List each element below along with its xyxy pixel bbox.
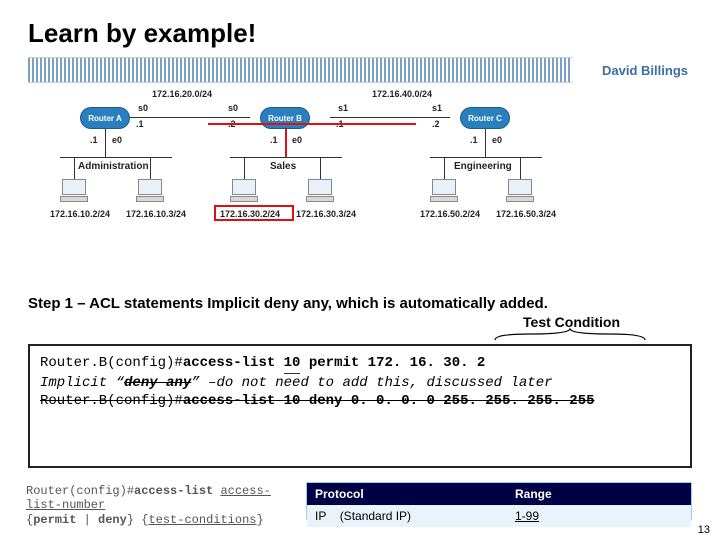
red-link-bc — [312, 123, 416, 125]
router-a: Router A — [80, 107, 130, 129]
step-text: Step 1 – ACL statements Implicit deny an… — [28, 295, 692, 312]
page-number: 13 — [698, 524, 710, 536]
l2-rest: ” –do not need to add this, discussed la… — [191, 375, 552, 391]
s1b: access-list — [134, 484, 220, 498]
lbl-dot1-a: .1 — [90, 135, 98, 145]
lbl-e0-a: e0 — [112, 135, 122, 145]
l1-rest: permit 172. 16. 30. 2 — [300, 355, 485, 371]
dept-eng: Engineering — [454, 161, 512, 172]
red-link-ab — [208, 123, 312, 125]
code-line-3: Router.B(config)#access-list 10 deny 0. … — [40, 392, 680, 410]
if-b-s0: s0 — [228, 103, 238, 113]
lbl-e0-c: e0 — [492, 135, 502, 145]
s2c: | — [76, 513, 98, 527]
red-drop — [285, 129, 287, 157]
lan-b — [230, 157, 342, 158]
s1a: Router(config)# — [26, 484, 134, 498]
code-line-2: Implicit “deny any” –do not need to add … — [40, 374, 680, 392]
if-a-dot1: .1 — [136, 119, 144, 129]
ip-c1: 172.16.50.2/24 — [420, 209, 480, 219]
dept-admin: Administration — [78, 161, 149, 172]
td-protocol: IP (Standard IP) — [307, 505, 507, 527]
router-c: Router C — [460, 107, 510, 129]
hd-b1 — [244, 157, 245, 179]
brace-icon — [0, 328, 620, 342]
drop-c — [485, 129, 486, 157]
host-c1 — [430, 179, 458, 203]
th-range: Range — [507, 483, 691, 505]
range-val: 1-99 — [515, 509, 539, 523]
link-ab — [130, 117, 250, 118]
hd-a1 — [74, 157, 75, 179]
l1-num: 10 — [284, 354, 301, 374]
l3-cmd: access-list 10 deny 0. 0. 0. 0 255. 255.… — [183, 393, 595, 409]
l2-italic: Implicit “ — [40, 375, 124, 391]
network-diagram: 172.16.20.0/24 172.16.40.0/24 s0 .1 s0 .… — [60, 89, 660, 289]
ip-a2: 172.16.10.3/24 — [126, 209, 186, 219]
if-c-dot2: .2 — [432, 119, 440, 129]
dept-sales: Sales — [270, 161, 296, 172]
hd-b2 — [320, 157, 321, 179]
host-c2 — [506, 179, 534, 203]
lan-c — [430, 157, 542, 158]
s2e: } { — [127, 513, 149, 527]
syntax-row: Router(config)#access-list access-list-n… — [26, 482, 692, 520]
drop-a — [105, 129, 106, 157]
l1-cmd: access-list — [183, 355, 284, 371]
td-range: 1-99 — [507, 505, 691, 527]
l1-prefix: Router.B(config)# — [40, 355, 183, 371]
s2f: test-conditions — [148, 513, 256, 527]
protocol-table: Protocol IP (Standard IP) Range 1-99 — [306, 482, 692, 520]
host-b1 — [230, 179, 258, 203]
highlight-target-ip — [214, 205, 294, 221]
code-line-1: Router.B(config)#access-list 10 permit 1… — [40, 354, 680, 374]
syntax-template: Router(config)#access-list access-list-n… — [26, 482, 306, 520]
if-a-s0: s0 — [138, 103, 148, 113]
l2-strike: deny any — [124, 375, 191, 391]
lbl-e0-b: e0 — [292, 135, 302, 145]
stripe-pattern — [28, 57, 572, 83]
subnet-bc: 172.16.40.0/24 — [372, 89, 432, 99]
ip-c2: 172.16.50.3/24 — [496, 209, 556, 219]
link-bc — [330, 117, 450, 118]
ip-a1: 172.16.10.2/24 — [50, 209, 110, 219]
router-b: Router B — [260, 107, 310, 129]
s2b: permit — [33, 513, 76, 527]
code-box: Router.B(config)#access-list 10 permit 1… — [28, 344, 692, 468]
slide-title: Learn by example! — [0, 0, 720, 57]
hd-c2 — [520, 157, 521, 179]
td-ip: IP — [315, 509, 326, 523]
lbl-dot1-c: .1 — [470, 135, 478, 145]
lbl-dot1-b: .1 — [270, 135, 278, 145]
host-a2 — [136, 179, 164, 203]
s2d: deny — [98, 513, 127, 527]
lan-a — [60, 157, 172, 158]
if-b-s1: s1 — [338, 103, 348, 113]
td-ip-paren: (Standard IP) — [340, 509, 411, 523]
hd-a2 — [150, 157, 151, 179]
host-b2 — [306, 179, 334, 203]
th-protocol: Protocol — [307, 483, 507, 505]
host-a1 — [60, 179, 88, 203]
subnet-ab: 172.16.20.0/24 — [152, 89, 212, 99]
title-stripe: David Billings — [28, 57, 692, 83]
hd-c1 — [444, 157, 445, 179]
s2g: } — [256, 513, 263, 527]
if-c-s1: s1 — [432, 103, 442, 113]
ip-b2: 172.16.30.3/24 — [296, 209, 356, 219]
author-label: David Billings — [602, 57, 692, 83]
l3-prefix: Router.B(config)# — [40, 393, 183, 409]
